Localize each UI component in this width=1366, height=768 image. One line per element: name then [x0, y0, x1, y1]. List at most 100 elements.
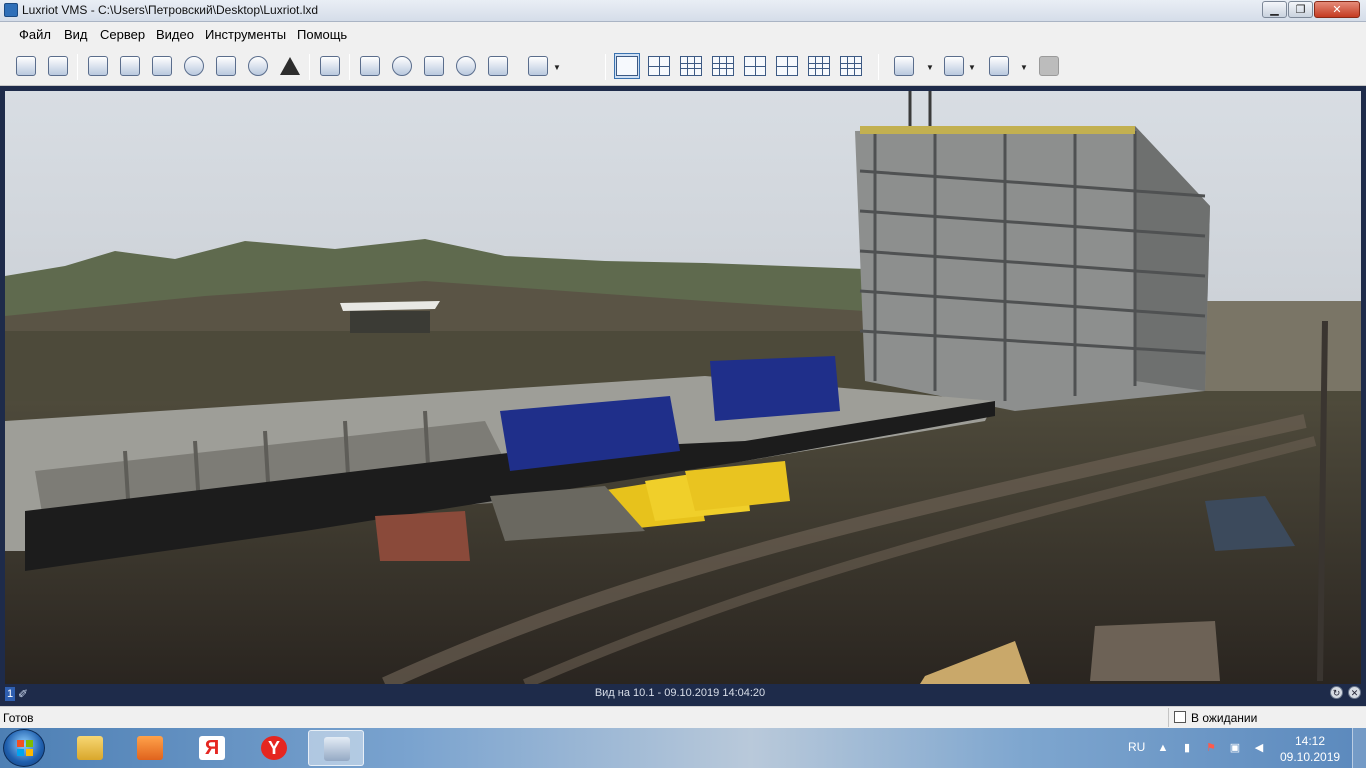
fullscreen-button[interactable]	[317, 53, 343, 79]
menu-help[interactable]: Помощь	[297, 27, 347, 42]
show-hidden-icons-icon[interactable]: ▲	[1156, 742, 1170, 754]
chevron-down-icon[interactable]: ▼	[1020, 63, 1028, 72]
globe-button[interactable]	[453, 53, 479, 79]
export-icon	[360, 56, 380, 76]
taskbar-luxriot[interactable]	[308, 730, 364, 766]
grid-4x4-icon	[712, 56, 734, 76]
start-button[interactable]	[3, 729, 45, 767]
camera-button[interactable]	[181, 53, 207, 79]
menu-file[interactable]: Файл	[19, 27, 51, 42]
connect-button[interactable]	[389, 53, 415, 79]
play-button[interactable]	[421, 53, 447, 79]
overlay-button	[1036, 53, 1062, 79]
layout-icon	[216, 56, 236, 76]
language-indicator[interactable]: RU	[1128, 740, 1145, 754]
walking-person-icon	[989, 56, 1009, 76]
volume-icon[interactable]: ◀	[1252, 742, 1266, 754]
open-folder-icon	[16, 56, 36, 76]
status-panel: В ожидании	[1168, 708, 1362, 727]
menu-server[interactable]: Сервер	[100, 27, 145, 42]
snapshot-button[interactable]	[891, 53, 917, 79]
layout-button[interactable]	[213, 53, 239, 79]
taskbar-yandex-browser[interactable]: Y	[246, 730, 302, 766]
close-view-icon[interactable]: ✕	[1348, 686, 1361, 699]
grid-1plus12-icon	[808, 56, 830, 76]
status-bar: Готов В ожидании	[0, 706, 1366, 728]
layout-4x4-button[interactable]	[710, 53, 736, 79]
layout-2x2-button[interactable]	[646, 53, 672, 79]
save-icon	[48, 56, 68, 76]
fullscreen-icon	[320, 56, 340, 76]
taskbar-media-player[interactable]	[122, 730, 178, 766]
search-icon	[120, 56, 140, 76]
chevron-down-icon[interactable]: ▼	[968, 63, 976, 72]
close-button[interactable]: ✕	[1314, 1, 1360, 18]
toolbar-separator	[349, 54, 350, 80]
search-button[interactable]	[117, 53, 143, 79]
toolbar-separator	[878, 54, 879, 80]
alerts-button[interactable]	[277, 53, 303, 79]
title-bar: Luxriot VMS - C:\Users\Петровский\Deskto…	[0, 0, 1366, 22]
window-title: Luxriot VMS - C:\Users\Петровский\Deskto…	[22, 3, 319, 17]
monitor-button[interactable]	[525, 53, 551, 79]
grid-1x1-icon	[616, 56, 638, 76]
taskbar-explorer[interactable]	[62, 730, 118, 766]
layout-5x5-button[interactable]	[838, 53, 864, 79]
clock-date[interactable]: 09.10.2019	[1280, 750, 1340, 764]
grid-2x2-icon	[648, 56, 670, 76]
yandex-icon: Я	[199, 736, 225, 760]
open-button[interactable]	[13, 53, 39, 79]
snapshot-icon	[894, 56, 914, 76]
layout-1plus12-button[interactable]	[806, 53, 832, 79]
grid-3x3-icon	[680, 56, 702, 76]
menu-view[interactable]: Вид	[64, 27, 88, 42]
hand-icon	[944, 56, 964, 76]
windows-logo-icon	[17, 740, 33, 756]
chevron-down-icon[interactable]: ▼	[926, 63, 934, 72]
view-timestamp: Вид на 10.1 - 09.10.2019 14:04:20	[594, 687, 766, 699]
camera-frame-image	[5, 91, 1361, 684]
toolbar: ▼ ▼ ▼ ▼	[0, 46, 1366, 86]
toolbar-separator	[77, 54, 78, 80]
layout-3x3-button[interactable]	[678, 53, 704, 79]
device-icon[interactable]: ▣	[1228, 742, 1242, 754]
save-button[interactable]	[45, 53, 71, 79]
status-ready: Готов	[3, 711, 34, 725]
camera-video-view[interactable]	[5, 91, 1361, 684]
warning-icon	[280, 57, 300, 75]
menu-video[interactable]: Видео	[156, 27, 194, 42]
show-desktop-button[interactable]	[1352, 728, 1366, 768]
chevron-down-icon[interactable]: ▼	[553, 63, 561, 72]
grid-5x5-icon	[840, 56, 862, 76]
waiting-icon	[1174, 711, 1186, 723]
motion-button[interactable]	[986, 53, 1012, 79]
minimize-button[interactable]: ▁	[1262, 1, 1287, 18]
layout-1plus7-button[interactable]	[774, 53, 800, 79]
folder-icon	[77, 736, 103, 760]
layout-1x1-button[interactable]	[614, 53, 640, 79]
properties-button[interactable]	[85, 53, 111, 79]
forward-icon	[488, 56, 508, 76]
taskbar-yandex[interactable]: Я	[184, 730, 240, 766]
edit-icon	[152, 56, 172, 76]
ptz-button[interactable]	[941, 53, 967, 79]
refresh-icon[interactable]: ↻	[1330, 686, 1343, 699]
action-center-icon[interactable]: ⚑	[1204, 742, 1218, 754]
globe-icon	[456, 56, 476, 76]
tag-button[interactable]	[245, 53, 271, 79]
grid-1plus7-icon	[776, 56, 798, 76]
menu-tools[interactable]: Инструменты	[205, 27, 286, 42]
tag-icon	[248, 56, 268, 76]
export-button[interactable]	[357, 53, 383, 79]
edit-button[interactable]	[149, 53, 175, 79]
luxriot-icon	[324, 737, 350, 761]
forward-button[interactable]	[485, 53, 511, 79]
network-signal-icon[interactable]: ▮	[1180, 742, 1194, 754]
menu-bar: Файл Вид Сервер Видео Инструменты Помощь	[0, 22, 1366, 46]
video-status-line: 1 ✐ Вид на 10.1 - 09.10.2019 14:04:20 ↻ …	[0, 684, 1366, 706]
layout-1plus5-button[interactable]	[742, 53, 768, 79]
clock-time[interactable]: 14:12	[1280, 734, 1340, 748]
play-icon	[424, 56, 444, 76]
grid-1plus5-icon	[744, 56, 766, 76]
maximize-button[interactable]: ❐	[1288, 1, 1313, 18]
